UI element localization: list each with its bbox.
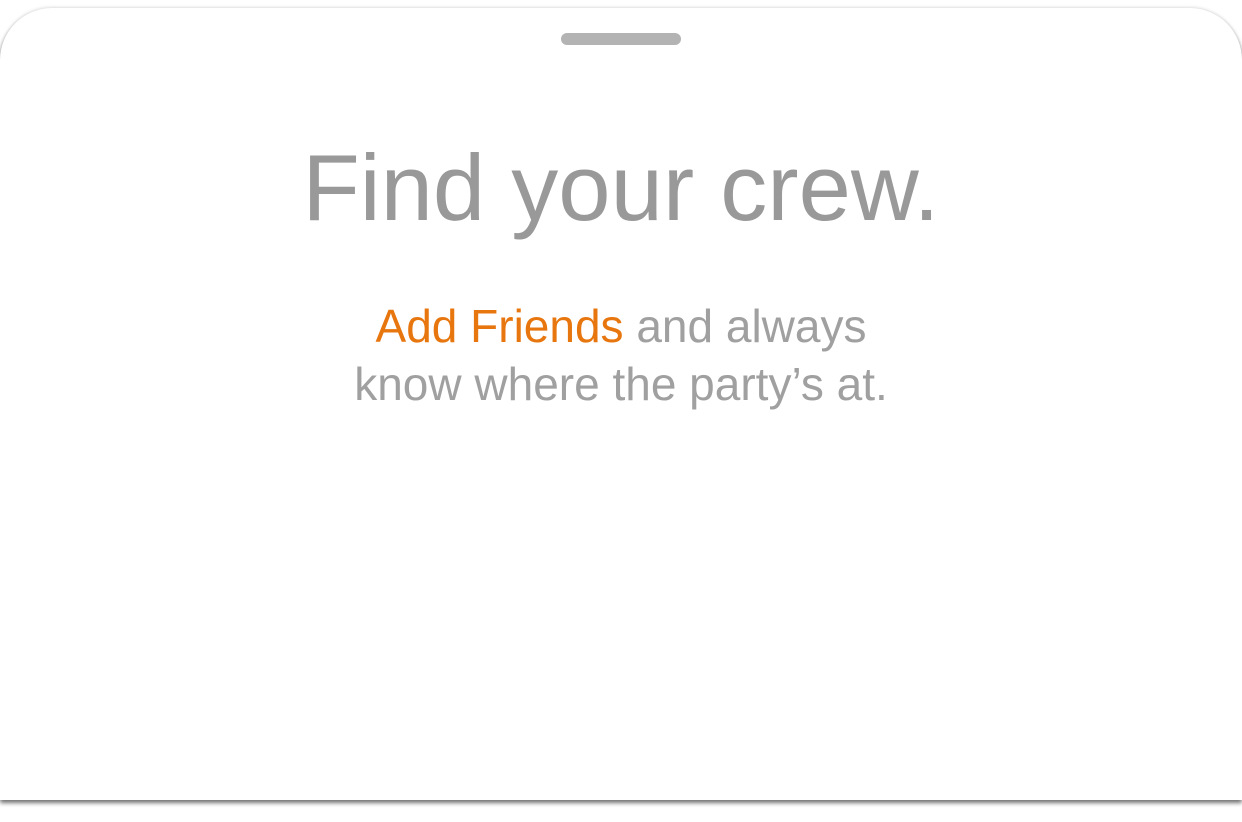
bottom-sheet: Find your crew. Add Friends and always k… <box>0 8 1242 800</box>
add-friends-link[interactable]: Add Friends <box>376 300 624 352</box>
subtitle-line-2: know where the party’s at. <box>354 358 888 410</box>
subtitle-line-1: Add Friends and always <box>0 297 1242 355</box>
page-title: Find your crew. <box>302 135 940 240</box>
sheet-grabber-handle[interactable] <box>561 33 681 45</box>
subtitle-line-1-text: and always <box>623 300 867 352</box>
subtitle: Add Friends and always know where the pa… <box>0 297 1242 413</box>
